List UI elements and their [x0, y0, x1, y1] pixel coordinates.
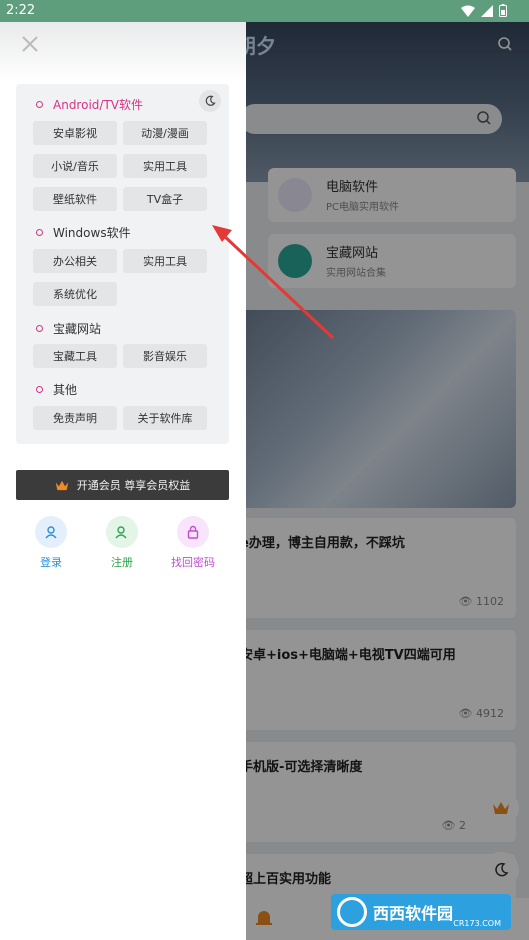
- watermark-logo: 西西软件园 CR173.COM: [331, 894, 511, 930]
- register-label: 注册: [111, 556, 133, 569]
- recover-password-button[interactable]: 找回密码: [163, 516, 223, 570]
- watermark-url: CR173.COM: [453, 919, 501, 928]
- menu-item[interactable]: 安卓影视: [33, 121, 117, 145]
- register-button[interactable]: 注册: [92, 516, 152, 570]
- status-icons: [461, 4, 507, 17]
- theme-toggle[interactable]: [199, 90, 221, 112]
- menu-item[interactable]: 办公相关: [33, 249, 117, 273]
- moon-icon: [205, 95, 216, 106]
- crown-icon: [55, 480, 68, 490]
- add-user-icon: [106, 516, 138, 548]
- close-icon[interactable]: [20, 34, 40, 54]
- section-title-windows[interactable]: Windows软件: [36, 224, 131, 241]
- menu-item[interactable]: 壁纸软件: [33, 187, 117, 211]
- login-button[interactable]: 登录: [21, 516, 81, 570]
- menu-item[interactable]: 影音娱乐: [123, 344, 207, 368]
- brand-mark-icon: [337, 897, 367, 927]
- status-bar: 2:22: [0, 0, 529, 22]
- menu-item[interactable]: TV盒子: [123, 187, 207, 211]
- menu-item[interactable]: 小说/音乐: [33, 154, 117, 178]
- section-title-websites[interactable]: 宝藏网站: [36, 320, 101, 337]
- watermark-brand: 西西软件园: [373, 904, 454, 923]
- status-time: 2:22: [6, 3, 36, 18]
- recover-label: 找回密码: [171, 556, 215, 569]
- signal-icon: [481, 4, 493, 17]
- menu-item[interactable]: 实用工具: [123, 249, 207, 273]
- vip-label: 开通会员 尊享会员权益: [76, 479, 191, 492]
- menu-item[interactable]: 系统优化: [33, 282, 117, 306]
- wifi-icon: [461, 5, 475, 17]
- menu-item[interactable]: 宝藏工具: [33, 344, 117, 368]
- menu-item[interactable]: 实用工具: [123, 154, 207, 178]
- menu-item[interactable]: 免责声明: [33, 406, 117, 430]
- menu-item[interactable]: 关于软件库: [123, 406, 207, 430]
- menu-item[interactable]: 动漫/漫画: [123, 121, 207, 145]
- vip-button[interactable]: 开通会员 尊享会员权益: [16, 470, 229, 500]
- battery-icon: [499, 4, 507, 17]
- section-title-android[interactable]: Android/TV软件: [36, 96, 143, 113]
- login-label: 登录: [40, 556, 62, 569]
- section-title-other[interactable]: 其他: [36, 381, 77, 398]
- lock-icon: [177, 516, 209, 548]
- nav-drawer: Android/TV软件 安卓影视 动漫/漫画 小说/音乐 实用工具 壁纸软件 …: [0, 22, 246, 940]
- user-icon: [35, 516, 67, 548]
- category-panel: Android/TV软件 安卓影视 动漫/漫画 小说/音乐 实用工具 壁纸软件 …: [16, 84, 229, 444]
